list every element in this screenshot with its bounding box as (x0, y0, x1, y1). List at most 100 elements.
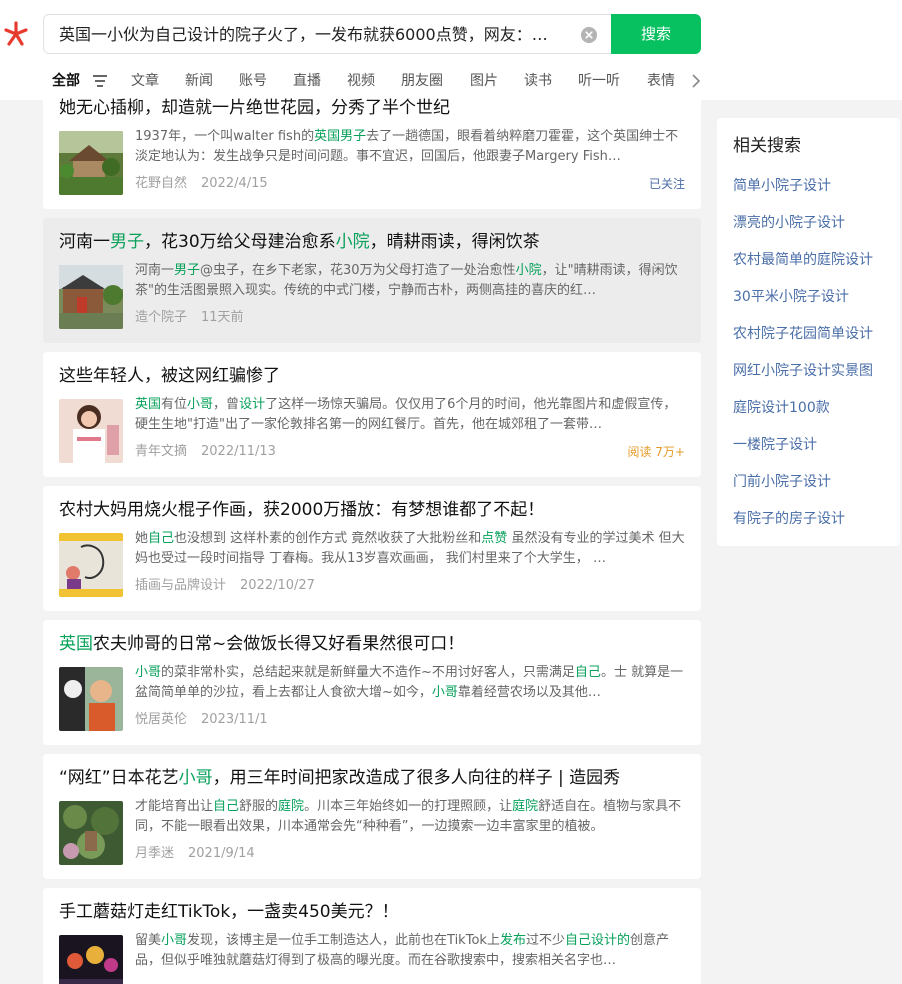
result-source[interactable]: 插画与品牌设计 (135, 578, 226, 593)
tab-stickers[interactable]: 表情 (647, 72, 675, 90)
followed-badge[interactable]: 已关注 (649, 176, 685, 192)
result-title[interactable]: 这些年轻人，被这网红骗惨了 (59, 365, 689, 387)
result-title[interactable]: 她无心插柳，却造就一片绝世花园，分秀了半个世纪 (59, 97, 689, 119)
search-button[interactable]: 搜索 (611, 14, 701, 54)
text-segment: 舒服的 (239, 799, 279, 814)
keyword-highlight: 小院 (335, 232, 370, 252)
tab-all[interactable]: 全部 (52, 72, 80, 90)
tab-moments[interactable]: 朋友圈 (401, 72, 443, 90)
result-title[interactable]: 手工蘑菇灯走红TikTok，一盏卖450美元？！ (59, 901, 689, 923)
related-search-item[interactable]: 网红小院子设计实景图 (733, 362, 873, 380)
result-snippet: 她自己也没想到 这样朴素的创作方式 竟然收获了大批粉丝和点赞 虽然没有专业的学过… (135, 529, 685, 569)
related-search-item[interactable]: 简单小院子设计 (733, 177, 831, 195)
tab-video[interactable]: 视频 (347, 72, 375, 90)
keyword-highlight: 小哥 (431, 685, 458, 700)
keyword-highlight: 男子 (110, 232, 144, 252)
result-meta: 插画与品牌设计 2022/10/27 (135, 578, 315, 594)
result-title[interactable]: 河南一男子，花30万给父母建治愈系小院，晴耕雨读，得闲饮茶 (59, 231, 689, 253)
keyword-highlight: 小哥 (178, 768, 213, 788)
tab-books[interactable]: 读书 (524, 72, 552, 90)
tab-live[interactable]: 直播 (293, 72, 321, 90)
keyword-highlight: 庭院 (278, 799, 305, 814)
text-segment: 农夫帅哥的日常~会做饭长得又好看果然很可口！ (93, 634, 465, 654)
text-segment: 过不少 (525, 933, 565, 948)
keyword-highlight: 小哥 (135, 665, 162, 680)
result-meta: 花野自然 2022/4/15 (135, 176, 268, 192)
result-card[interactable]: 她无心插柳，却造就一片绝世花园，分秀了半个世纪 1937年，一个叫walter … (43, 97, 701, 209)
related-search-item[interactable]: 一楼院子设计 (733, 436, 817, 454)
result-thumbnail[interactable] (59, 131, 123, 195)
related-search-item[interactable]: 庭院设计100款 (733, 399, 830, 417)
tab-news[interactable]: 新闻 (185, 72, 213, 90)
result-snippet: 留美小哥发现，该博主是一位手工制造达人，此前也在TikTok上发布过不少自己设计… (135, 931, 685, 971)
text-segment: ，花30万给父母建治愈系 (144, 232, 336, 252)
tab-articles[interactable]: 文章 (131, 72, 159, 90)
filter-icon[interactable] (93, 75, 107, 87)
keyword-highlight: 点赞 (481, 531, 508, 546)
text-segment: ，曾 (213, 397, 240, 412)
related-search-item[interactable]: 漂亮的小院子设计 (733, 214, 845, 232)
keyword-highlight: 英国 (135, 397, 162, 412)
keyword-highlight: 设计 (239, 397, 266, 412)
text-segment: 农村大妈用烧火棍子作画，获2000万播放：有梦想谁都了不起！ (59, 500, 545, 520)
result-thumbnail[interactable] (59, 801, 123, 865)
search-query-text[interactable]: 英国一小伙为自己设计的院子火了，一发布就获6000点赞，网友：… (59, 25, 559, 45)
related-searches-panel: 相关搜索 简单小院子设计 漂亮的小院子设计 农村最简单的庭院设计 30平米小院子… (717, 118, 900, 546)
result-source[interactable]: 月季迷 (135, 846, 174, 861)
result-thumbnail[interactable] (59, 265, 123, 329)
keyword-highlight: 小哥 (161, 933, 188, 948)
text-segment: 靠着经营农场以及其他… (457, 685, 601, 700)
text-segment: 留美 (135, 933, 162, 948)
related-search-item[interactable]: 农村院子花园简单设计 (733, 325, 873, 343)
text-segment: 发现，该博主是一位手工制造达人，此前也在TikTok上 (187, 933, 500, 948)
keyword-highlight: 小哥 (187, 397, 214, 412)
search-input[interactable]: 英国一小伙为自己设计的院子火了，一发布就获6000点赞，网友：… (43, 14, 613, 54)
result-thumbnail[interactable] (59, 935, 123, 984)
related-search-item[interactable]: 农村最简单的庭院设计 (733, 251, 873, 269)
keyword-highlight: 自己 (574, 665, 601, 680)
text-segment: 河南一 (135, 263, 175, 278)
result-card[interactable]: 手工蘑菇灯走红TikTok，一盏卖450美元？！ 留美小哥发现，该博主是一位手工… (43, 888, 701, 984)
result-meta: 悦居英伦 2023/11/1 (135, 712, 268, 728)
related-search-item[interactable]: 门前小院子设计 (733, 473, 831, 491)
result-card[interactable]: 农村大妈用烧火棍子作画，获2000万播放：有梦想谁都了不起！ 她自己也没想到 这… (43, 486, 701, 611)
text-segment: ，用三年时间把家改造成了很多人向往的样子 | 造园秀 (212, 768, 621, 788)
read-count: 阅读 7万+ (627, 445, 685, 459)
result-title[interactable]: 农村大妈用烧火棍子作画，获2000万播放：有梦想谁都了不起！ (59, 499, 689, 521)
keyword-highlight: 英国 (59, 634, 93, 654)
text-segment: 的菜非常朴实，总结起来就是新鲜量大不造作~不用讨好客人，只需满足 (161, 665, 575, 680)
result-card[interactable]: 河南一男子，花30万给父母建治愈系小院，晴耕雨读，得闲饮茶 河南一男子@虫子，在… (43, 218, 701, 343)
keyword-highlight: 自己 (148, 531, 175, 546)
text-segment: 1937年，一个叫walter fish的 (135, 129, 315, 144)
sogou-logo-icon[interactable] (2, 20, 30, 48)
tab-accounts[interactable]: 账号 (239, 72, 267, 90)
text-segment: “网红”日本花艺 (59, 768, 179, 788)
result-meta: 造个院子 11天前 (135, 310, 244, 326)
result-source[interactable]: 悦居英伦 (135, 712, 187, 727)
result-card[interactable]: 这些年轻人，被这网红骗惨了 英国有位小哥，曾设计了这样一场惊天骗局。仅仅用了6个… (43, 352, 701, 477)
chevron-right-icon[interactable] (690, 73, 702, 89)
result-source[interactable]: 造个院子 (135, 310, 187, 325)
result-source[interactable]: 花野自然 (135, 176, 187, 191)
result-date: 2022/10/27 (240, 578, 315, 593)
text-segment: 这些年轻人，被这网红骗惨了 (59, 366, 280, 386)
related-search-item[interactable]: 有院子的房子设计 (733, 510, 845, 528)
related-search-item[interactable]: 30平米小院子设计 (733, 288, 849, 306)
result-card[interactable]: 英国农夫帅哥的日常~会做饭长得又好看果然很可口！ 小哥的菜非常朴实，总结起来就是… (43, 620, 701, 745)
result-snippet: 1937年，一个叫walter fish的英国男子去了一趟德国，眼看着纳粹磨刀霍… (135, 127, 685, 167)
result-card[interactable]: “网红”日本花艺小哥，用三年时间把家改造成了很多人向往的样子 | 造园秀 才能培… (43, 754, 701, 879)
category-tabs: 全部 文章 新闻 账号 直播 视频 朋友圈 图片 读书 听一听 表情 (0, 62, 902, 100)
result-meta: 月季迷 2021/9/14 (135, 846, 255, 862)
tab-images[interactable]: 图片 (470, 72, 498, 90)
result-title[interactable]: “网红”日本花艺小哥，用三年时间把家改造成了很多人向往的样子 | 造园秀 (59, 767, 689, 789)
result-thumbnail[interactable] (59, 533, 123, 597)
result-thumbnail[interactable] (59, 667, 123, 731)
result-title[interactable]: 英国农夫帅哥的日常~会做饭长得又好看果然很可口！ (59, 633, 689, 655)
result-source[interactable]: 青年文摘 (135, 444, 187, 459)
result-date: 11天前 (201, 310, 244, 325)
tab-listen[interactable]: 听一听 (578, 72, 620, 90)
clear-icon[interactable] (581, 27, 597, 43)
text-segment: 她 (135, 531, 149, 546)
result-thumbnail[interactable] (59, 399, 123, 463)
text-segment: 河南一 (59, 232, 110, 252)
